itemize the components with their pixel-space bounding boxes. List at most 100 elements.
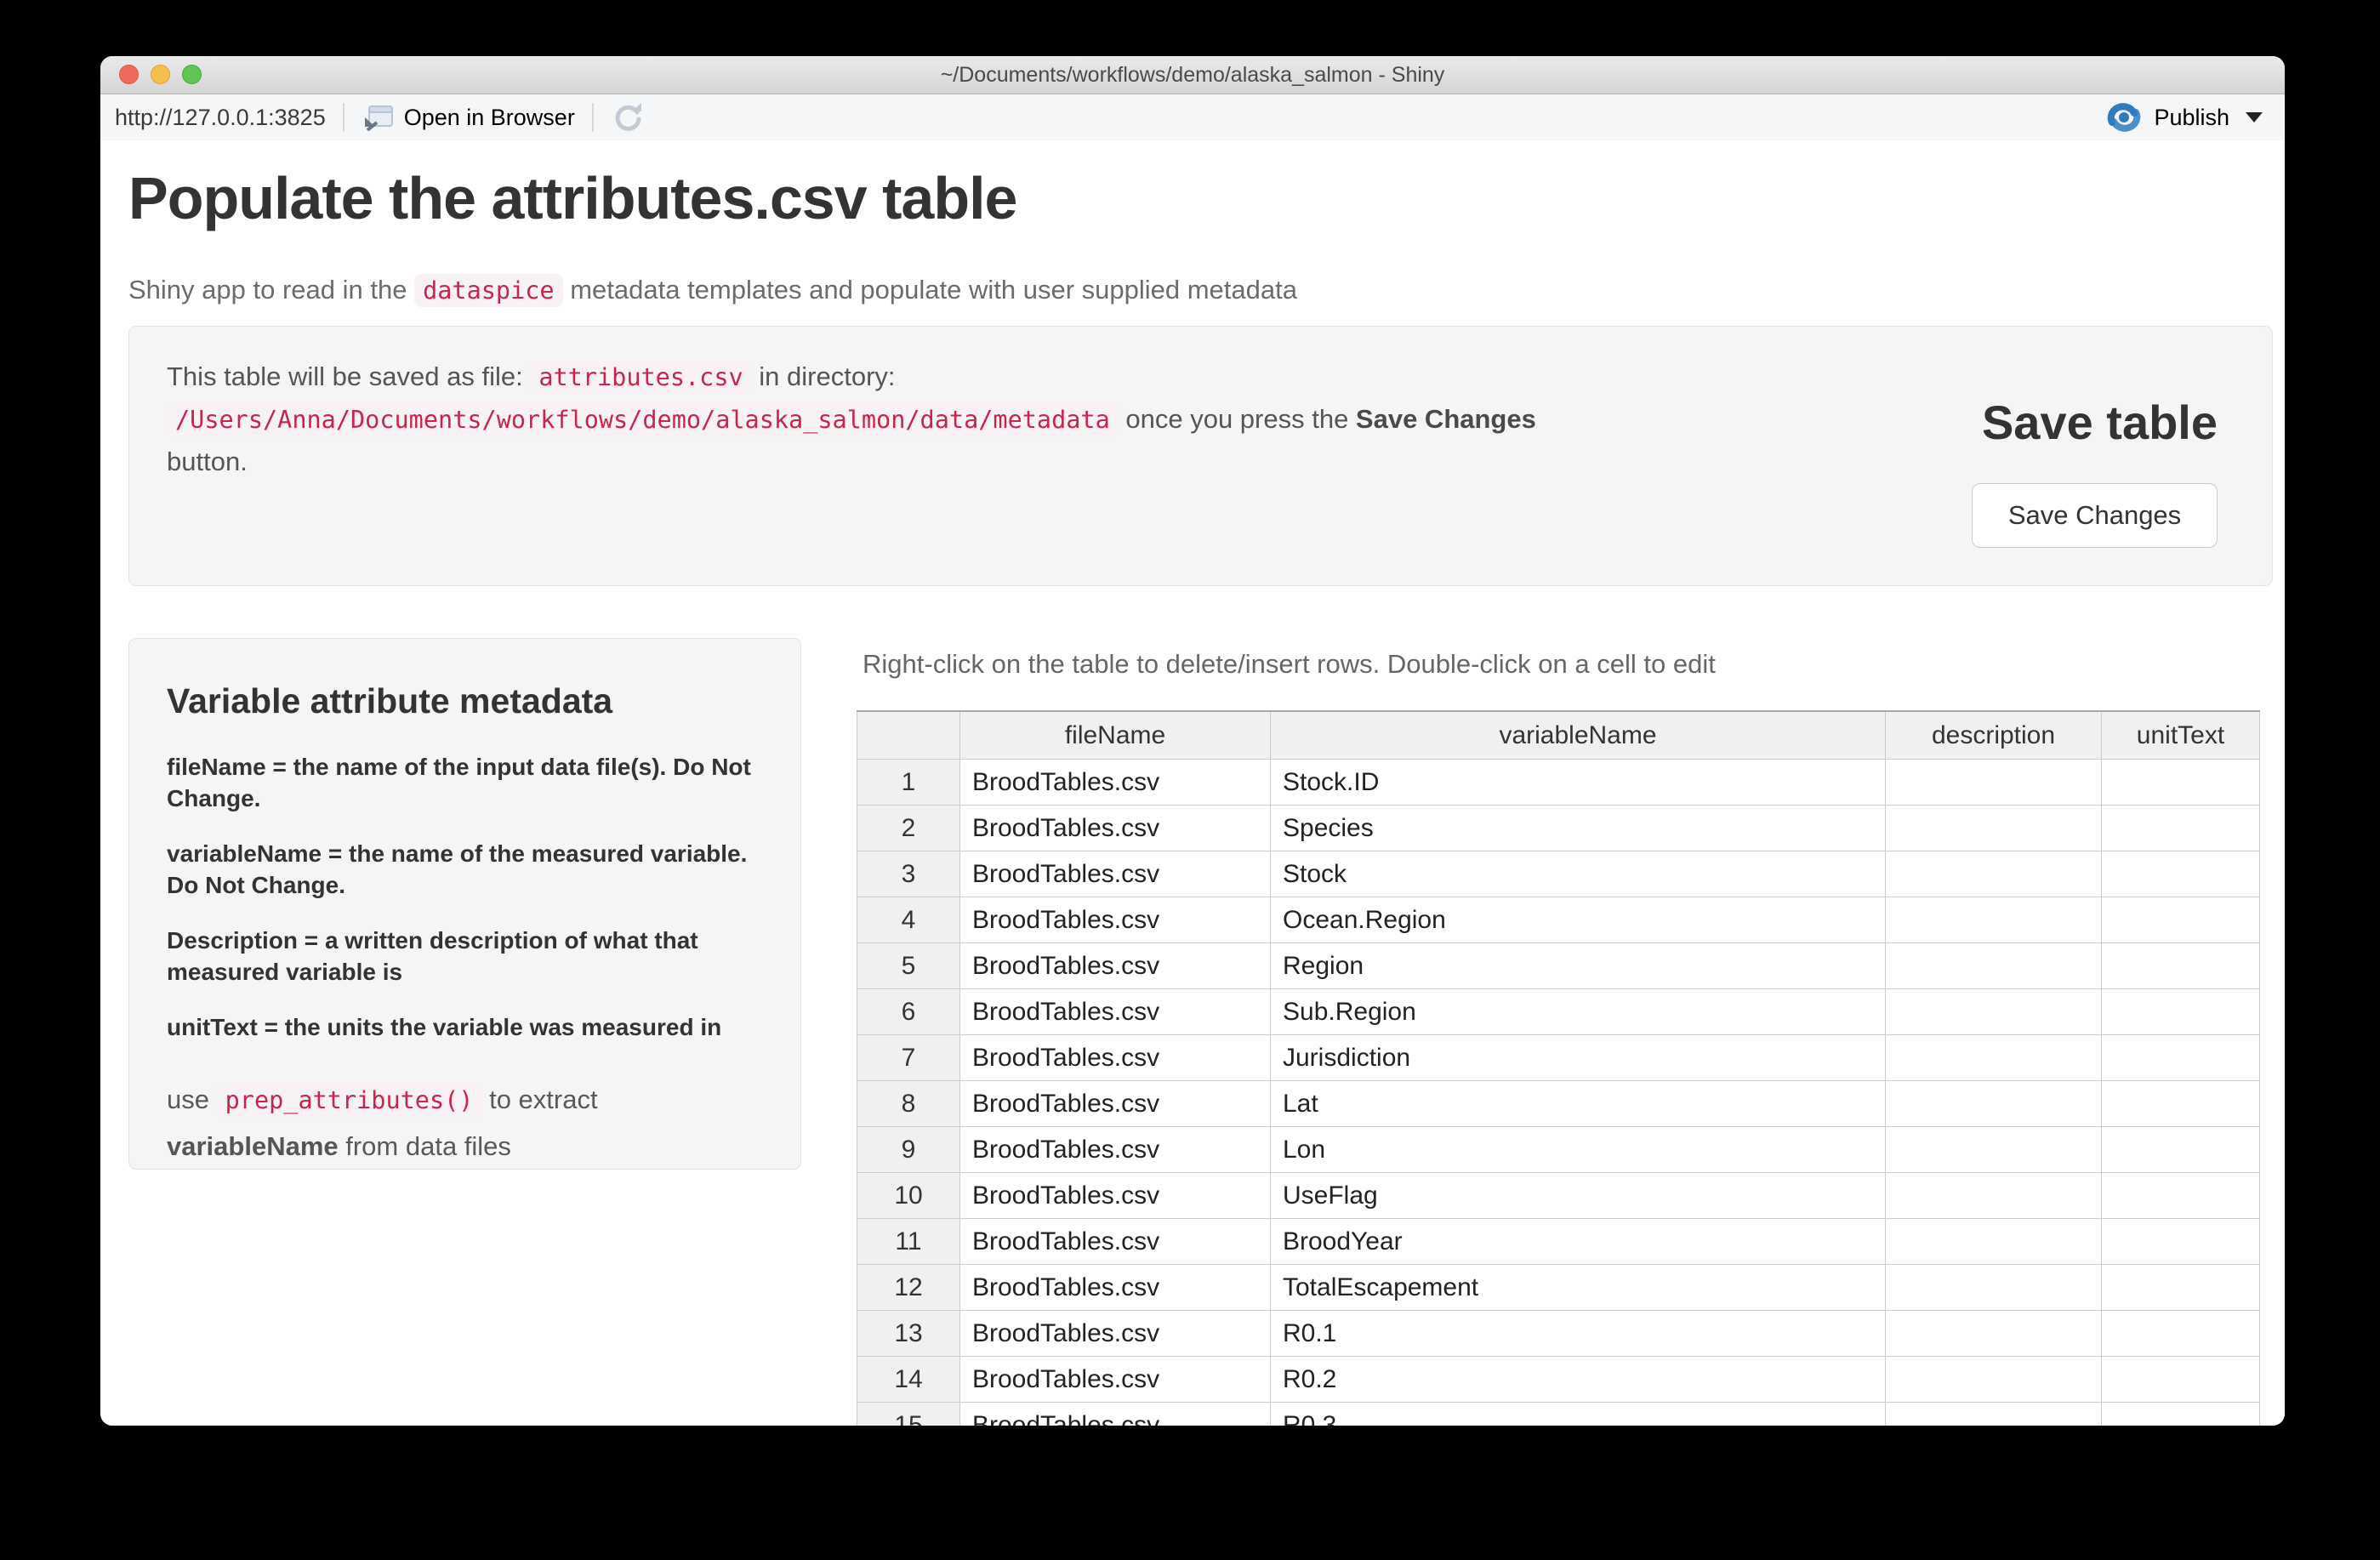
- table-cell-variableName[interactable]: Jurisdiction: [1271, 1035, 1886, 1081]
- table-cell-unitText[interactable]: [2102, 1219, 2260, 1265]
- table-instruction: Right-click on the table to delete/inser…: [863, 649, 1716, 680]
- table-cell-unitText[interactable]: [2102, 943, 2260, 989]
- row-number-cell[interactable]: 3: [857, 851, 960, 897]
- table-cell-fileName[interactable]: BroodTables.csv: [960, 760, 1271, 806]
- table-cell-fileName[interactable]: BroodTables.csv: [960, 897, 1271, 943]
- table-cell-description[interactable]: [1886, 943, 2102, 989]
- table-cell-unitText[interactable]: [2102, 1081, 2260, 1127]
- sidebar-heading: Variable attribute metadata: [167, 681, 763, 721]
- table-cell-variableName[interactable]: Region: [1271, 943, 1886, 989]
- table-cell-unitText[interactable]: [2102, 1127, 2260, 1173]
- row-number-cell[interactable]: 1: [857, 760, 960, 806]
- table-cell-unitText[interactable]: [2102, 1173, 2260, 1219]
- table-cell-unitText[interactable]: [2102, 1357, 2260, 1403]
- table-cell-description[interactable]: [1886, 897, 2102, 943]
- row-number-cell[interactable]: 4: [857, 897, 960, 943]
- table-cell-variableName[interactable]: Stock.ID: [1271, 760, 1886, 806]
- table-cell-fileName[interactable]: BroodTables.csv: [960, 989, 1271, 1035]
- table-cell-fileName[interactable]: BroodTables.csv: [960, 1265, 1271, 1311]
- table-cell-variableName[interactable]: TotalEscapement: [1271, 1265, 1886, 1311]
- table-cell-fileName[interactable]: BroodTables.csv: [960, 806, 1271, 851]
- table-cell-description[interactable]: [1886, 1357, 2102, 1403]
- row-number-cell[interactable]: 10: [857, 1173, 960, 1219]
- table-cell-description[interactable]: [1886, 760, 2102, 806]
- table-cell-unitText[interactable]: [2102, 1035, 2260, 1081]
- table-cell-fileName[interactable]: BroodTables.csv: [960, 1035, 1271, 1081]
- table-cell-fileName[interactable]: BroodTables.csv: [960, 1127, 1271, 1173]
- table-cell-variableName[interactable]: R0.1: [1271, 1311, 1886, 1357]
- row-number-cell[interactable]: 9: [857, 1127, 960, 1173]
- table-header-row: fileNamevariableNamedescriptionunitText: [857, 711, 2260, 760]
- table-cell-variableName[interactable]: BroodYear: [1271, 1219, 1886, 1265]
- table-cell-description[interactable]: [1886, 1265, 2102, 1311]
- table-cell-fileName[interactable]: BroodTables.csv: [960, 1357, 1271, 1403]
- column-header-fileName[interactable]: fileName: [960, 711, 1271, 760]
- save-panel-text: This table will be saved as file: attrib…: [167, 356, 1562, 484]
- table-cell-fileName[interactable]: BroodTables.csv: [960, 1311, 1271, 1357]
- table-cell-unitText[interactable]: [2102, 760, 2260, 806]
- table-cell-fileName[interactable]: BroodTables.csv: [960, 943, 1271, 989]
- table-cell-variableName[interactable]: R0.2: [1271, 1357, 1886, 1403]
- column-header-description[interactable]: description: [1886, 711, 2102, 760]
- minimize-window-button[interactable]: [151, 65, 170, 84]
- row-number-cell[interactable]: 15: [857, 1403, 960, 1426]
- row-number-cell[interactable]: 2: [857, 806, 960, 851]
- table-cell-variableName[interactable]: Sub.Region: [1271, 989, 1886, 1035]
- row-number-cell[interactable]: 5: [857, 943, 960, 989]
- table-cell-fileName[interactable]: BroodTables.csv: [960, 1219, 1271, 1265]
- table-cell-variableName[interactable]: UseFlag: [1271, 1173, 1886, 1219]
- row-number-cell[interactable]: 13: [857, 1311, 960, 1357]
- refresh-button[interactable]: [611, 100, 645, 134]
- table-cell-variableName[interactable]: Stock: [1271, 851, 1886, 897]
- row-number-cell[interactable]: 6: [857, 989, 960, 1035]
- table-cell-description[interactable]: [1886, 1127, 2102, 1173]
- column-header-variableName[interactable]: variableName: [1271, 711, 1886, 760]
- table-cell-variableName[interactable]: Ocean.Region: [1271, 897, 1886, 943]
- table-cell-variableName[interactable]: Species: [1271, 806, 1886, 851]
- table-cell-fileName[interactable]: BroodTables.csv: [960, 851, 1271, 897]
- table-cell-fileName[interactable]: BroodTables.csv: [960, 1081, 1271, 1127]
- close-window-button[interactable]: [119, 65, 139, 84]
- table-cell-description[interactable]: [1886, 1219, 2102, 1265]
- publish-button[interactable]: Publish: [2105, 101, 2263, 134]
- table-cell-fileName[interactable]: BroodTables.csv: [960, 1403, 1271, 1426]
- table-cell-unitText[interactable]: [2102, 851, 2260, 897]
- row-number-cell[interactable]: 14: [857, 1357, 960, 1403]
- zoom-window-button[interactable]: [182, 65, 202, 84]
- table-row: 7BroodTables.csvJurisdiction: [857, 1035, 2260, 1081]
- table-cell-description[interactable]: [1886, 1403, 2102, 1426]
- table-cell-variableName[interactable]: Lat: [1271, 1081, 1886, 1127]
- row-number-cell[interactable]: 8: [857, 1081, 960, 1127]
- save-changes-button[interactable]: Save Changes: [1972, 483, 2218, 548]
- table-cell-unitText[interactable]: [2102, 989, 2260, 1035]
- table-cell-unitText[interactable]: [2102, 897, 2260, 943]
- table-cell-unitText[interactable]: [2102, 1265, 2260, 1311]
- column-header-unitText[interactable]: unitText: [2102, 711, 2260, 760]
- table-cell-description[interactable]: [1886, 1173, 2102, 1219]
- table-cell-unitText[interactable]: [2102, 1311, 2260, 1357]
- table-row: 8BroodTables.csvLat: [857, 1081, 2260, 1127]
- table-cell-description[interactable]: [1886, 806, 2102, 851]
- table-cell-variableName[interactable]: R0.3: [1271, 1403, 1886, 1426]
- row-number-cell[interactable]: 12: [857, 1265, 960, 1311]
- table-corner-header[interactable]: [857, 711, 960, 760]
- table-cell-unitText[interactable]: [2102, 806, 2260, 851]
- table-cell-description[interactable]: [1886, 989, 2102, 1035]
- table-row: 2BroodTables.csvSpecies: [857, 806, 2260, 851]
- open-in-browser-button[interactable]: Open in Browser: [362, 104, 575, 131]
- save-text-segment: This table will be saved as file:: [167, 362, 530, 391]
- table-cell-description[interactable]: [1886, 851, 2102, 897]
- row-number-cell[interactable]: 11: [857, 1219, 960, 1265]
- table-cell-description[interactable]: [1886, 1081, 2102, 1127]
- refresh-icon: [611, 100, 645, 134]
- table-cell-description[interactable]: [1886, 1035, 2102, 1081]
- desktop: { "window": { "title": "~/Documents/work…: [0, 0, 2380, 1560]
- app-url-label: http://127.0.0.1:3825: [115, 105, 326, 131]
- table-cell-fileName[interactable]: BroodTables.csv: [960, 1173, 1271, 1219]
- row-number-cell[interactable]: 7: [857, 1035, 960, 1081]
- table-cell-unitText[interactable]: [2102, 1403, 2260, 1426]
- table-cell-variableName[interactable]: Lon: [1271, 1127, 1886, 1173]
- save-text-segment: button.: [167, 447, 248, 476]
- table-cell-description[interactable]: [1886, 1311, 2102, 1357]
- usage-text-segment: to extract: [481, 1085, 597, 1114]
